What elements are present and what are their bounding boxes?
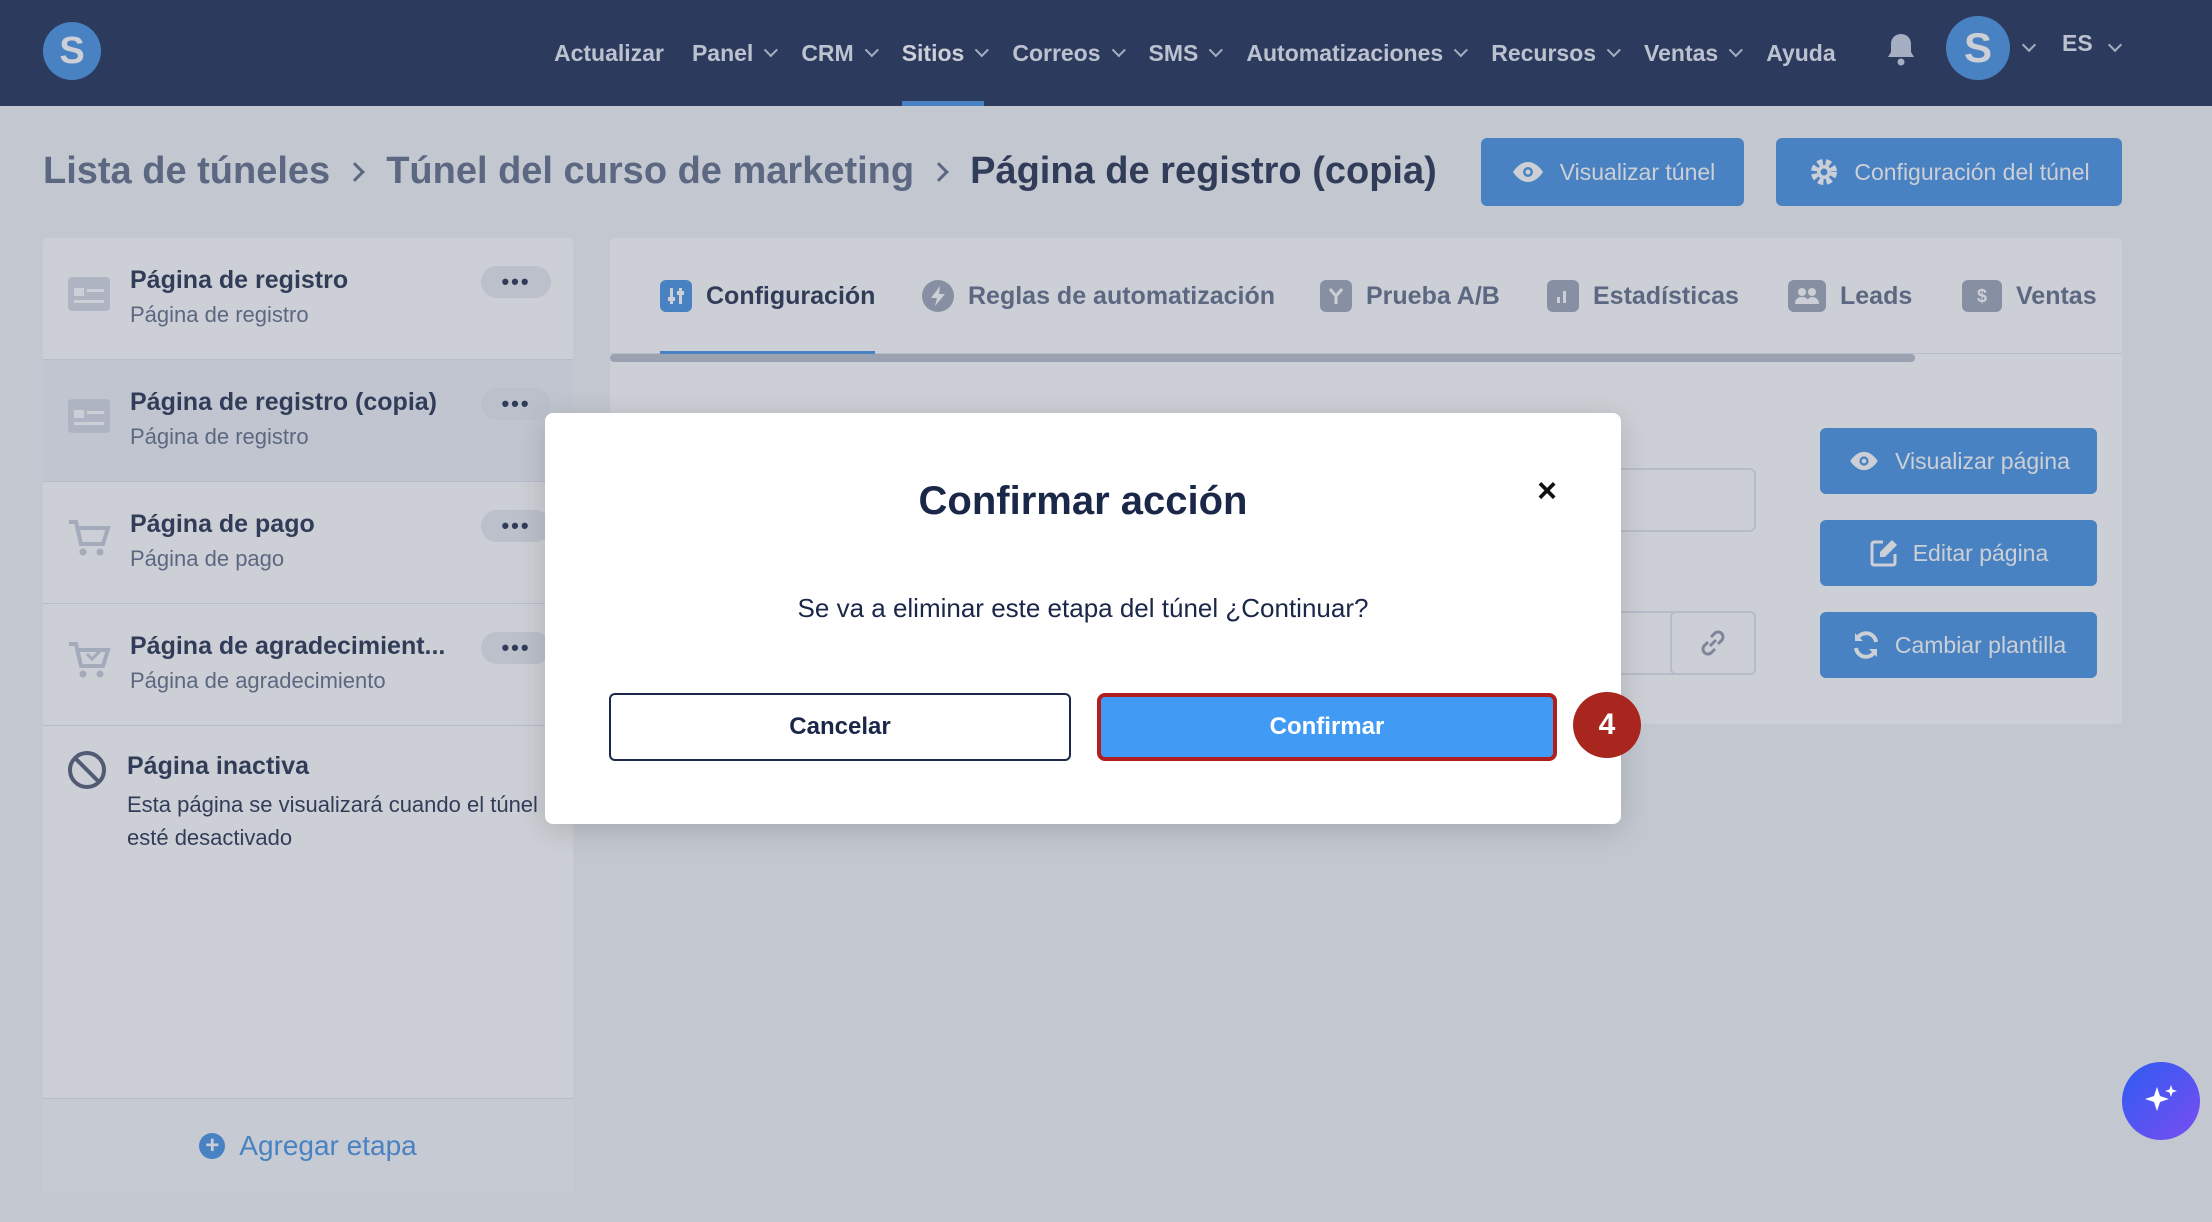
ai-assistant-button[interactable]	[2122, 1062, 2200, 1140]
dialog-title: Confirmar acción	[918, 479, 1248, 523]
sparkle-icon	[2145, 1085, 2177, 1111]
confirm-action-dialog: Confirmar acción × Se va a eliminar este…	[545, 413, 1621, 824]
confirm-button[interactable]: Confirmar	[1097, 693, 1557, 761]
cancel-button[interactable]: Cancelar	[609, 693, 1071, 761]
step-number-badge: 4	[1573, 692, 1641, 758]
close-icon[interactable]: ×	[1529, 472, 1565, 510]
dialog-message: Se va a eliminar este etapa del túnel ¿C…	[797, 593, 1369, 623]
